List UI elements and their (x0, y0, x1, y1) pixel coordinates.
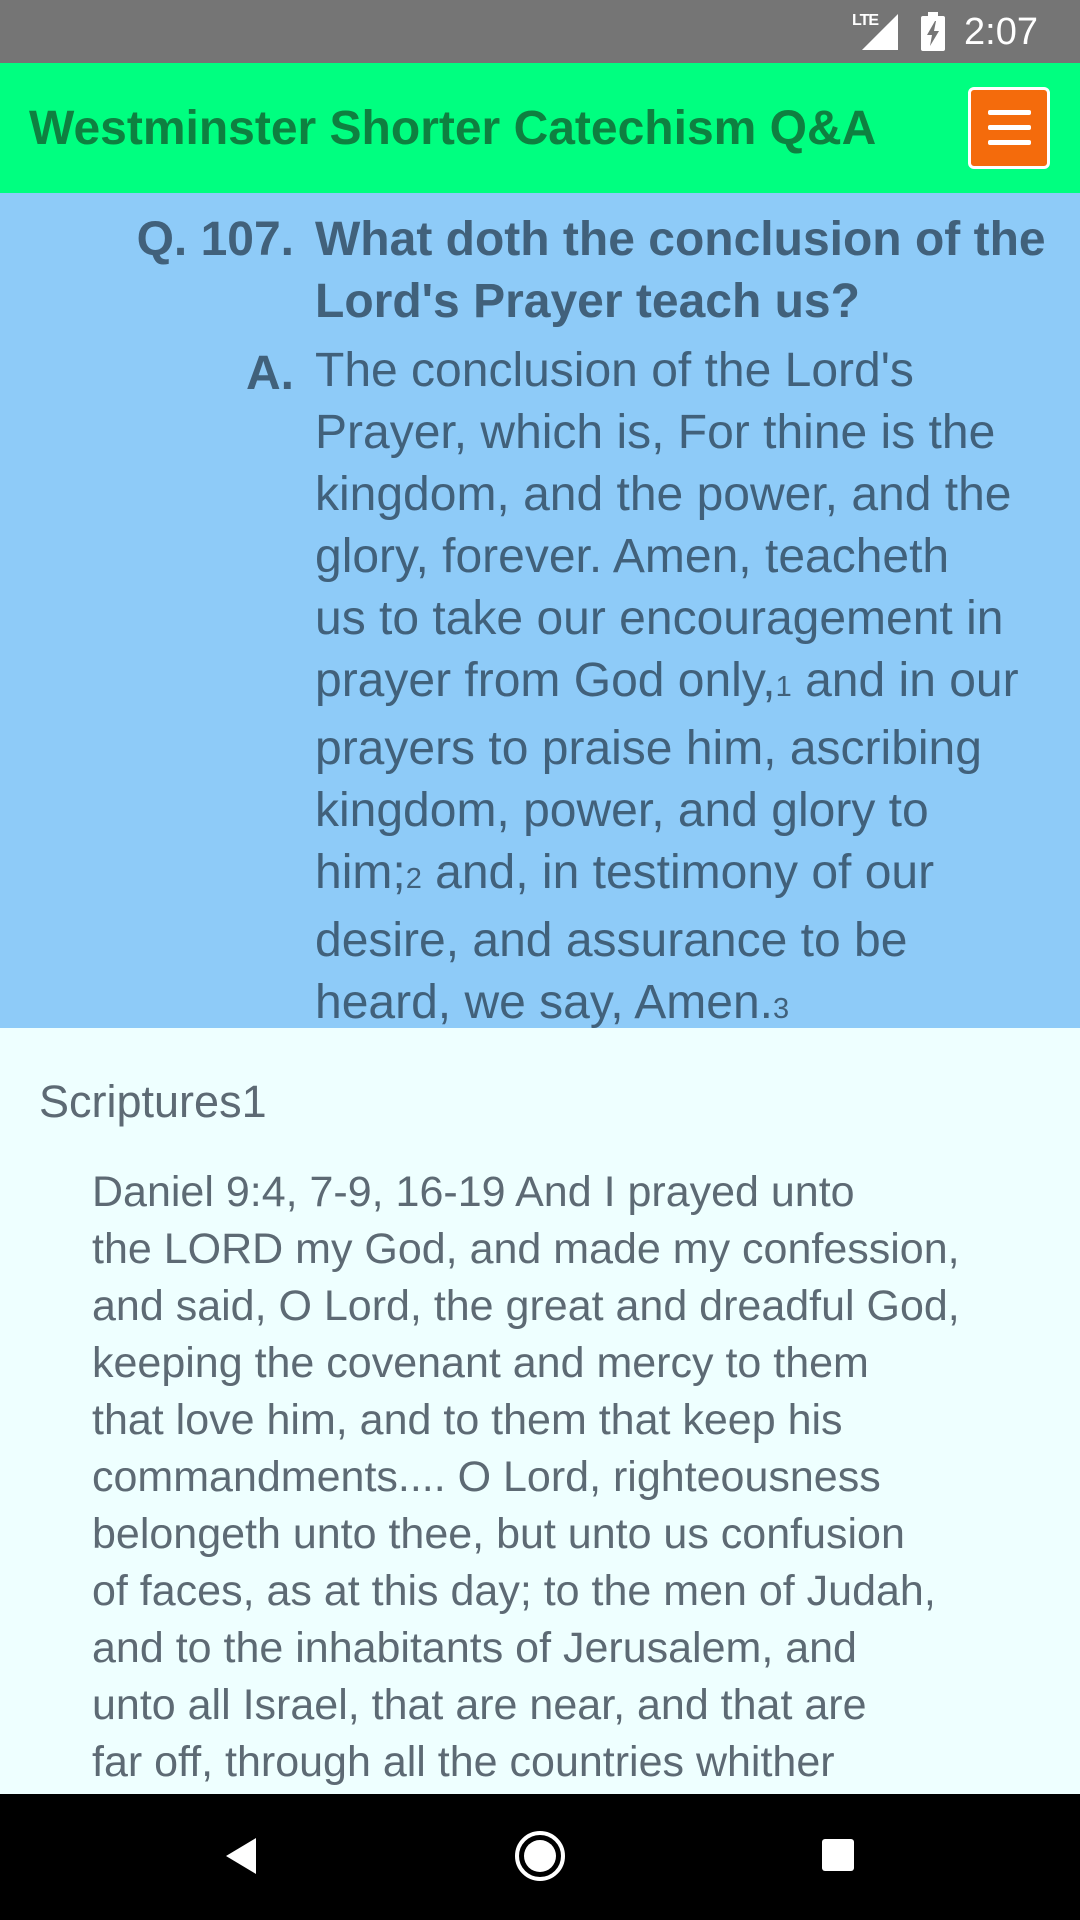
answer-line: kingdom, power, and glory to (315, 780, 1080, 842)
answer-text-segment: Prayer, which is, For thine is the (315, 406, 996, 459)
scripture-line: Daniel 9:4, 7-9, 16-19 And I prayed unto (92, 1168, 855, 1216)
scripture-line: keeping the covenant and mercy to them (92, 1339, 869, 1387)
answer-text-segment: prayers to praise him, ascribing (315, 722, 982, 775)
answer-text-segment: glory, forever. Amen, teacheth (315, 530, 950, 583)
footnote-marker[interactable]: 2 (406, 863, 422, 895)
scripture-text: Daniel 9:4, 7-9, 16-19 And I prayed unto… (92, 1164, 1072, 1791)
answer-text-segment: us to take our encouragement in (315, 592, 1004, 645)
answer-line: glory, forever. Amen, teacheth (315, 526, 1080, 588)
scripture-line: far off, through all the countries whith… (92, 1738, 835, 1786)
answer-line: prayers to praise him, ascribing (315, 718, 1080, 780)
answer-text-segment: kingdom, power, and glory to (315, 784, 929, 837)
scripture-line: and to the inhabitants of Jerusalem, and (92, 1624, 857, 1672)
answer-text: The conclusion of the Lord's Prayer, whic… (315, 340, 1080, 1028)
scripture-line: that love him, and to them that keep his (92, 1396, 843, 1444)
scripture-line: unto all Israel, that are near, and that… (92, 1681, 867, 1729)
answer-line: him;2 and, in testimony of our (315, 842, 1080, 910)
question-text: What doth the conclusion of the Lord's P… (315, 213, 1046, 328)
answer-line: The conclusion of the Lord's (315, 340, 1080, 402)
answer-label: A. (246, 347, 294, 400)
scripture-line: belongeth unto thee, but unto us confusi… (92, 1510, 905, 1558)
back-triangle-icon[interactable] (224, 1836, 258, 1876)
answer-text-segment: The conclusion of the Lord's (315, 344, 914, 397)
footnote-marker[interactable]: 1 (776, 671, 792, 703)
app-bar: Westminster Shorter Catechism Q&A (0, 63, 1080, 193)
answer-text-segment: kingdom, and the power, and the (315, 468, 1012, 521)
answer-line: heard, we say, Amen.3 (315, 972, 1080, 1028)
answer-text-segment: him; (315, 846, 406, 899)
battery-charging-icon (921, 12, 945, 51)
cell-signal-icon (862, 14, 898, 50)
menu-button[interactable] (968, 87, 1050, 169)
answer-line: Prayer, which is, For thine is the (315, 402, 1080, 464)
scripture-line: the LORD my God, and made my confession, (92, 1225, 960, 1273)
answer-line: us to take our encouragement in (315, 588, 1080, 650)
question-answer-panel: Q. 107. What doth the conclusion of the … (0, 193, 1080, 1028)
app-title: Westminster Shorter Catechism Q&A (29, 102, 877, 155)
status-bar: LTE 2:07 (0, 0, 1080, 63)
answer-text-segment: prayer from God only, (315, 654, 776, 707)
question-number: Q. 107. (136, 213, 294, 266)
scriptures-heading: Scriptures1 (39, 1076, 267, 1127)
answer-text-segment: and, in testimony of our (421, 846, 935, 899)
scripture-line: and said, O Lord, the great and dreadful… (92, 1282, 960, 1330)
scripture-line: of faces, as at this day; to the men of … (92, 1567, 936, 1615)
answer-text-segment: and in our (791, 654, 1019, 707)
answer-text-segment: desire, and assurance to be (315, 914, 908, 967)
navigation-bar (0, 1794, 1080, 1920)
scripture-line: commandments.... O Lord, righteousness (92, 1453, 881, 1501)
home-circle-icon[interactable] (514, 1830, 566, 1882)
status-clock: 2:07 (964, 11, 1038, 53)
answer-text-segment: heard, we say, Amen. (315, 976, 774, 1028)
answer-line: prayer from God only,1 and in our (315, 650, 1080, 718)
answer-line: kingdom, and the power, and the (315, 464, 1080, 526)
answer-line: desire, and assurance to be (315, 910, 1080, 972)
recents-square-icon[interactable] (821, 1838, 855, 1872)
footnote-marker[interactable]: 3 (773, 993, 789, 1025)
